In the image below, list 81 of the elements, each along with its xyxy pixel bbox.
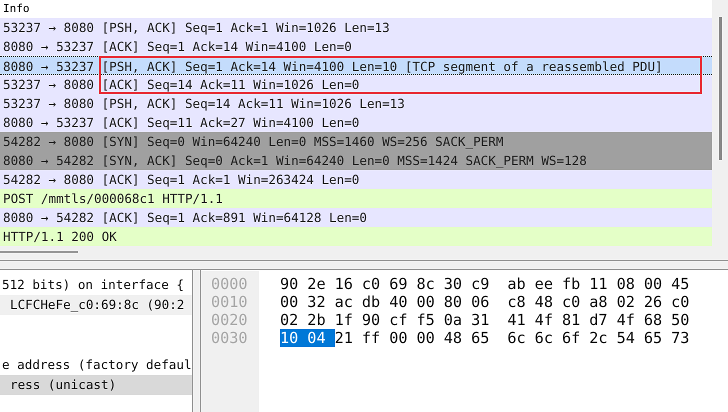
hex-byte[interactable]: 00 <box>416 329 444 347</box>
hex-byte[interactable]: 50 <box>671 311 698 329</box>
packet-row[interactable]: 54282 → 8080 [SYN] Seq=0 Win=64240 Len=0 MSS=1460 WS=256 SACK_PERM <box>0 132 712 151</box>
packet-row[interactable]: 8080 → 53237 [PSH, ACK] Seq=1 Ack=14 Win=4100 Len=10 [TCP segment of a reassembled PDU] <box>0 56 712 75</box>
hex-byte[interactable]: 30 <box>444 275 472 293</box>
packet-row[interactable]: 53237 → 8080 [PSH, ACK] Seq=1 Ack=1 Win=1026 Len=13 <box>0 18 712 37</box>
hex-byte[interactable]: 31 <box>471 311 498 329</box>
hex-byte[interactable]: 6c <box>534 329 562 347</box>
detail-line[interactable]: e address (factory defaul <box>0 355 192 375</box>
hex-byte[interactable]: 4f <box>616 311 644 329</box>
hex-byte[interactable]: 80 <box>444 293 472 311</box>
hex-byte[interactable]: c0 <box>362 275 390 293</box>
hex-byte[interactable]: 48 <box>444 329 472 347</box>
byte-offset: 0020 <box>211 311 249 329</box>
hex-byte[interactable]: 06 <box>471 293 498 311</box>
hex-byte[interactable]: cf <box>389 311 416 329</box>
hex-byte[interactable]: 08 <box>616 275 644 293</box>
hex-byte[interactable]: 16 <box>334 275 362 293</box>
hex-byte[interactable]: 8c <box>416 275 444 293</box>
hex-byte[interactable]: 6c <box>507 329 535 347</box>
hex-byte[interactable]: d7 <box>589 311 617 329</box>
hex-byte[interactable]: 10 <box>280 329 308 347</box>
hex-byte[interactable]: 1f <box>334 311 362 329</box>
hex-byte[interactable]: 2c <box>589 329 617 347</box>
hex-byte[interactable]: f5 <box>416 311 444 329</box>
hex-byte[interactable]: 32 <box>307 293 335 311</box>
detail-line[interactable]: 512 bits) on interface { <box>0 275 192 295</box>
hex-byte[interactable]: 81 <box>562 311 590 329</box>
byte-offset: 0010 <box>211 293 249 311</box>
packet-row[interactable]: 53237 → 8080 [PSH, ACK] Seq=14 Ack=11 Win=1026 Len=13 <box>0 94 712 113</box>
hex-byte[interactable]: ee <box>534 275 562 293</box>
packet-row[interactable]: 54282 → 8080 [ACK] Seq=1 Ack=1 Win=263424 Len=0 <box>0 170 712 189</box>
hex-byte[interactable]: 2e <box>307 275 335 293</box>
hex-byte[interactable]: ab <box>507 275 535 293</box>
hex-byte[interactable]: 00 <box>389 329 416 347</box>
hex-byte[interactable]: fb <box>562 275 590 293</box>
hex-byte[interactable]: 26 <box>644 293 672 311</box>
hex-byte[interactable]: c9 <box>471 275 498 293</box>
hex-byte[interactable]: c8 <box>507 293 535 311</box>
packet-row[interactable]: 8080 → 54282 [SYN, ACK] Seq=0 Ack=1 Win=64240 Len=0 MSS=1424 SACK_PERM WS=128 <box>0 151 712 170</box>
hex-byte[interactable]: 73 <box>671 329 698 347</box>
hex-byte[interactable]: 41 <box>507 311 535 329</box>
hex-byte[interactable]: 00 <box>280 293 308 311</box>
hex-byte[interactable]: 02 <box>280 311 308 329</box>
hex-byte[interactable]: 0a <box>444 311 472 329</box>
vertical-scrollbar[interactable] <box>712 0 728 260</box>
packet-row[interactable]: HTTP/1.1 200 OK <box>0 227 712 246</box>
hex-byte[interactable]: 21 <box>334 329 362 347</box>
hex-byte[interactable]: 69 <box>389 275 416 293</box>
hex-byte[interactable]: 68 <box>644 311 672 329</box>
byte-offset: 0030 <box>211 329 249 347</box>
hex-byte[interactable]: 54 <box>616 329 644 347</box>
packet-row[interactable]: 8080 → 54282 [ACK] Seq=1 Ack=891 Win=64128 Len=0 <box>0 208 712 227</box>
hex-byte[interactable]: 90 <box>362 311 390 329</box>
hex-byte[interactable]: 4f <box>534 311 562 329</box>
hex-byte[interactable]: 04 <box>307 329 335 347</box>
hex-byte[interactable]: 48 <box>534 293 562 311</box>
hex-byte[interactable]: 2b <box>307 311 335 329</box>
hex-byte[interactable]: 11 <box>589 275 617 293</box>
hex-byte[interactable]: 00 <box>416 293 444 311</box>
hex-byte[interactable]: ff <box>362 329 390 347</box>
packet-row[interactable]: 53237 → 8080 [ACK] Seq=14 Ack=11 Win=1026 Len=0 <box>0 75 712 94</box>
packet-row[interactable]: 8080 → 53237 [ACK] Seq=11 Ack=27 Win=4100 Len=0 <box>0 113 712 132</box>
hex-byte[interactable]: a8 <box>589 293 617 311</box>
hex-byte[interactable]: c0 <box>671 293 698 311</box>
hex-byte[interactable]: 02 <box>616 293 644 311</box>
hex-byte[interactable]: db <box>362 293 390 311</box>
hex-byte[interactable]: c0 <box>562 293 590 311</box>
hex-byte[interactable]: 6f <box>562 329 590 347</box>
hex-byte[interactable]: 45 <box>671 275 698 293</box>
hex-byte[interactable]: 90 <box>280 275 308 293</box>
pane-splitter[interactable] <box>0 260 728 270</box>
horizontal-scrollbar[interactable] <box>0 246 712 260</box>
byte-offset: 0000 <box>211 275 249 293</box>
hex-byte[interactable]: 65 <box>471 329 498 347</box>
hex-byte[interactable]: 40 <box>389 293 416 311</box>
hex-byte[interactable]: ac <box>334 293 362 311</box>
hex-byte[interactable]: 65 <box>644 329 672 347</box>
packet-row[interactable]: 8080 → 53237 [ACK] Seq=1 Ack=14 Win=4100 Len=0 <box>0 37 712 56</box>
hex-byte[interactable]: 00 <box>644 275 672 293</box>
packet-row[interactable]: POST /mmtls/000068c1 HTTP/1.1 <box>0 189 712 208</box>
